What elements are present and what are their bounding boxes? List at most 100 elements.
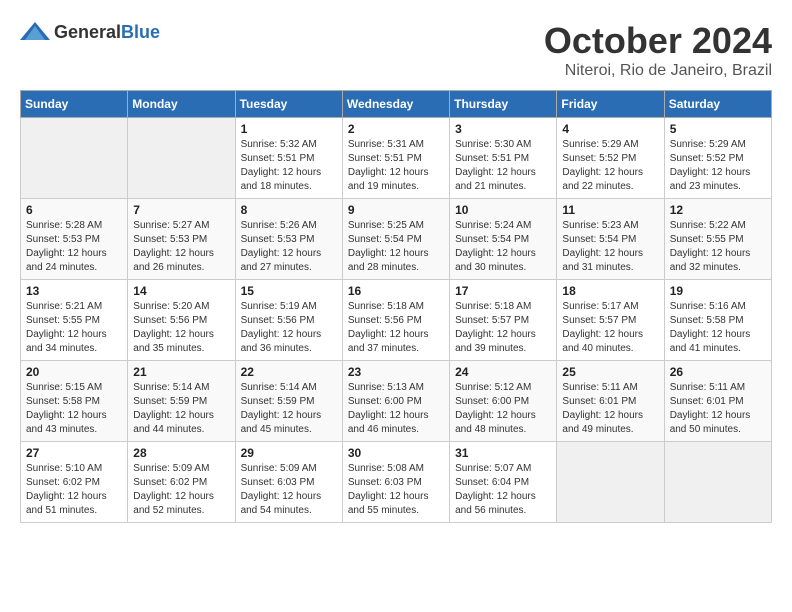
location-subtitle: Niteroi, Rio de Janeiro, Brazil — [544, 62, 772, 80]
calendar-cell: 4 Sunrise: 5:29 AMSunset: 5:52 PMDaylight… — [557, 118, 664, 199]
calendar-cell: 21 Sunrise: 5:14 AMSunset: 5:59 PMDayligh… — [128, 361, 235, 442]
day-number: 9 — [348, 203, 444, 217]
calendar-cell: 11 Sunrise: 5:23 AMSunset: 5:54 PMDayligh… — [557, 199, 664, 280]
day-number: 23 — [348, 365, 444, 379]
calendar-cell: 30Sunrise: 5:08 AMSunset: 6:03 PMDayligh… — [342, 442, 449, 523]
day-info: Sunrise: 5:14 AMSunset: 5:59 PMDaylight:… — [133, 381, 229, 437]
day-info: Sunrise: 5:17 AMSunset: 5:57 PMDaylight:… — [562, 300, 658, 356]
calendar-cell: 23 Sunrise: 5:13 AMSunset: 6:00 PMDayligh… — [342, 361, 449, 442]
calendar-header-row: SundayMondayTuesdayWednesdayThursdayFrid… — [21, 91, 772, 118]
day-info: Sunrise: 5:11 AMSunset: 6:01 PMDaylight:… — [670, 381, 766, 437]
day-info: Sunrise: 5:09 AMSunset: 6:02 PMDaylight:… — [133, 462, 229, 518]
day-info: Sunrise: 5:07 AMSunset: 6:04 PMDaylight:… — [455, 462, 551, 518]
day-info: Sunrise: 5:12 AMSunset: 6:00 PMDaylight:… — [455, 381, 551, 437]
day-info: Sunrise: 5:27 AMSunset: 5:53 PMDaylight:… — [133, 219, 229, 275]
logo: GeneralBlue — [20, 20, 160, 44]
day-number: 11 — [562, 203, 658, 217]
day-number: 14 — [133, 284, 229, 298]
header-thursday: Thursday — [450, 91, 557, 118]
day-number: 4 — [562, 122, 658, 136]
day-number: 13 — [26, 284, 122, 298]
calendar-cell: 27 Sunrise: 5:10 AMSunset: 6:02 PMDayligh… — [21, 442, 128, 523]
day-info: Sunrise: 5:21 AMSunset: 5:55 PMDaylight:… — [26, 300, 122, 356]
day-info: Sunrise: 5:29 AMSunset: 5:52 PMDaylight:… — [562, 138, 658, 194]
day-info: Sunrise: 5:22 AMSunset: 5:55 PMDaylight:… — [670, 219, 766, 275]
calendar-cell — [21, 118, 128, 199]
calendar-cell: 24 Sunrise: 5:12 AMSunset: 6:00 PMDayligh… — [450, 361, 557, 442]
calendar-cell — [557, 442, 664, 523]
day-info: Sunrise: 5:15 AMSunset: 5:58 PMDaylight:… — [26, 381, 122, 437]
day-info: Sunrise: 5:18 AMSunset: 5:56 PMDaylight:… — [348, 300, 444, 356]
day-info: Sunrise: 5:18 AMSunset: 5:57 PMDaylight:… — [455, 300, 551, 356]
calendar-cell: 28 Sunrise: 5:09 AMSunset: 6:02 PMDayligh… — [128, 442, 235, 523]
calendar-table: SundayMondayTuesdayWednesdayThursdayFrid… — [20, 90, 772, 523]
day-number: 18 — [562, 284, 658, 298]
day-number: 19 — [670, 284, 766, 298]
month-title: October 2024 — [544, 20, 772, 62]
logo-text-general: General — [54, 22, 121, 42]
day-info: Sunrise: 5:16 AMSunset: 5:58 PMDaylight:… — [670, 300, 766, 356]
calendar-cell: 9 Sunrise: 5:25 AMSunset: 5:54 PMDaylight… — [342, 199, 449, 280]
calendar-cell: 17Sunrise: 5:18 AMSunset: 5:57 PMDayligh… — [450, 280, 557, 361]
calendar-cell: 5Sunrise: 5:29 AMSunset: 5:52 PMDaylight… — [664, 118, 771, 199]
header-friday: Friday — [557, 91, 664, 118]
header-tuesday: Tuesday — [235, 91, 342, 118]
day-number: 22 — [241, 365, 337, 379]
calendar-week-4: 20 Sunrise: 5:15 AMSunset: 5:58 PMDayligh… — [21, 361, 772, 442]
day-number: 20 — [26, 365, 122, 379]
calendar-cell: 13 Sunrise: 5:21 AMSunset: 5:55 PMDayligh… — [21, 280, 128, 361]
day-info: Sunrise: 5:28 AMSunset: 5:53 PMDaylight:… — [26, 219, 122, 275]
calendar-cell: 19 Sunrise: 5:16 AMSunset: 5:58 PMDayligh… — [664, 280, 771, 361]
day-number: 26 — [670, 365, 766, 379]
day-info: Sunrise: 5:09 AMSunset: 6:03 PMDaylight:… — [241, 462, 337, 518]
calendar-cell: 2Sunrise: 5:31 AMSunset: 5:51 PMDaylight… — [342, 118, 449, 199]
calendar-cell: 6 Sunrise: 5:28 AMSunset: 5:53 PMDaylight… — [21, 199, 128, 280]
calendar-cell — [128, 118, 235, 199]
calendar-cell: 15 Sunrise: 5:19 AMSunset: 5:56 PMDayligh… — [235, 280, 342, 361]
day-number: 27 — [26, 446, 122, 460]
calendar-week-1: 1 Sunrise: 5:32 AMSunset: 5:51 PMDaylight… — [21, 118, 772, 199]
calendar-week-3: 13 Sunrise: 5:21 AMSunset: 5:55 PMDayligh… — [21, 280, 772, 361]
calendar-cell: 16 Sunrise: 5:18 AMSunset: 5:56 PMDayligh… — [342, 280, 449, 361]
calendar-cell: 31 Sunrise: 5:07 AMSunset: 6:04 PMDayligh… — [450, 442, 557, 523]
day-info: Sunrise: 5:25 AMSunset: 5:54 PMDaylight:… — [348, 219, 444, 275]
day-info: Sunrise: 5:13 AMSunset: 6:00 PMDaylight:… — [348, 381, 444, 437]
day-info: Sunrise: 5:30 AMSunset: 5:51 PMDaylight:… — [455, 138, 551, 194]
day-info: Sunrise: 5:19 AMSunset: 5:56 PMDaylight:… — [241, 300, 337, 356]
day-number: 6 — [26, 203, 122, 217]
day-number: 21 — [133, 365, 229, 379]
day-info: Sunrise: 5:32 AMSunset: 5:51 PMDaylight:… — [241, 138, 337, 194]
header-wednesday: Wednesday — [342, 91, 449, 118]
calendar-cell: 26 Sunrise: 5:11 AMSunset: 6:01 PMDayligh… — [664, 361, 771, 442]
calendar-cell: 25Sunrise: 5:11 AMSunset: 6:01 PMDayligh… — [557, 361, 664, 442]
day-number: 1 — [241, 122, 337, 136]
day-info: Sunrise: 5:10 AMSunset: 6:02 PMDaylight:… — [26, 462, 122, 518]
day-number: 31 — [455, 446, 551, 460]
calendar-cell: 7 Sunrise: 5:27 AMSunset: 5:53 PMDaylight… — [128, 199, 235, 280]
calendar-week-5: 27 Sunrise: 5:10 AMSunset: 6:02 PMDayligh… — [21, 442, 772, 523]
calendar-cell: 10Sunrise: 5:24 AMSunset: 5:54 PMDayligh… — [450, 199, 557, 280]
day-number: 28 — [133, 446, 229, 460]
logo-text-blue: Blue — [121, 22, 160, 42]
day-info: Sunrise: 5:29 AMSunset: 5:52 PMDaylight:… — [670, 138, 766, 194]
calendar-cell: 20 Sunrise: 5:15 AMSunset: 5:58 PMDayligh… — [21, 361, 128, 442]
calendar-week-2: 6 Sunrise: 5:28 AMSunset: 5:53 PMDaylight… — [21, 199, 772, 280]
calendar-cell: 18 Sunrise: 5:17 AMSunset: 5:57 PMDayligh… — [557, 280, 664, 361]
day-info: Sunrise: 5:23 AMSunset: 5:54 PMDaylight:… — [562, 219, 658, 275]
day-number: 7 — [133, 203, 229, 217]
day-info: Sunrise: 5:24 AMSunset: 5:54 PMDaylight:… — [455, 219, 551, 275]
day-number: 24 — [455, 365, 551, 379]
day-number: 8 — [241, 203, 337, 217]
page-header: GeneralBlue October 2024 Niteroi, Rio de… — [20, 20, 772, 80]
day-info: Sunrise: 5:26 AMSunset: 5:53 PMDaylight:… — [241, 219, 337, 275]
calendar-cell: 29Sunrise: 5:09 AMSunset: 6:03 PMDayligh… — [235, 442, 342, 523]
calendar-cell: 3Sunrise: 5:30 AMSunset: 5:51 PMDaylight… — [450, 118, 557, 199]
day-number: 15 — [241, 284, 337, 298]
day-info: Sunrise: 5:31 AMSunset: 5:51 PMDaylight:… — [348, 138, 444, 194]
day-info: Sunrise: 5:08 AMSunset: 6:03 PMDaylight:… — [348, 462, 444, 518]
header-sunday: Sunday — [21, 91, 128, 118]
header-monday: Monday — [128, 91, 235, 118]
calendar-cell: 14Sunrise: 5:20 AMSunset: 5:56 PMDayligh… — [128, 280, 235, 361]
day-info: Sunrise: 5:14 AMSunset: 5:59 PMDaylight:… — [241, 381, 337, 437]
day-number: 16 — [348, 284, 444, 298]
